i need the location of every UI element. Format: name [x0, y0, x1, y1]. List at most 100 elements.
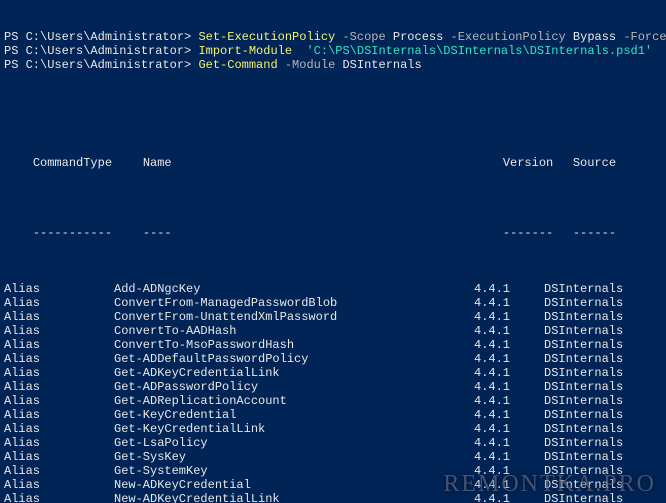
cell-version: 4.4.1 [474, 450, 544, 464]
table-row: AliasGet-ADKeyCredentialLink4.4.1DSInter… [4, 366, 662, 380]
cell-source: DSInternals [544, 366, 623, 380]
table-row: AliasGet-KeyCredentialLink4.4.1DSInterna… [4, 422, 662, 436]
cell-name: New-ADKeyCredentialLink [114, 492, 474, 503]
cell-name: Add-ADNgcKey [114, 282, 474, 296]
cell-name: Get-ADReplicationAccount [114, 394, 474, 408]
cell-source: DSInternals [544, 478, 623, 492]
table-row: AliasGet-ADPasswordPolicy4.4.1DSInternal… [4, 380, 662, 394]
cell-commandtype: Alias [4, 408, 114, 422]
cell-version: 4.4.1 [474, 380, 544, 394]
cell-version: 4.4.1 [474, 324, 544, 338]
powershell-console[interactable]: PS C:\Users\Administrator> Set-Execution… [0, 0, 666, 503]
cell-name: Get-KeyCredentialLink [114, 422, 474, 436]
cmd-token: -Force [623, 30, 666, 44]
cell-commandtype: Alias [4, 450, 114, 464]
underline: ------- [503, 226, 573, 240]
cell-source: DSInternals [544, 380, 623, 394]
table-underline: ---------------------------- [4, 212, 662, 254]
cell-commandtype: Alias [4, 366, 114, 380]
table-row: AliasNew-ADKeyCredentialLink4.4.1DSInter… [4, 492, 662, 503]
cell-version: 4.4.1 [474, 464, 544, 478]
cell-source: DSInternals [544, 464, 623, 478]
table-row: AliasGet-ADReplicationAccount4.4.1DSInte… [4, 394, 662, 408]
underline: ---- [143, 226, 503, 240]
cmd-token: -ExecutionPolicy [451, 30, 566, 44]
cell-source: DSInternals [544, 394, 623, 408]
cell-commandtype: Alias [4, 296, 114, 310]
cmd-token: -Scope [342, 30, 385, 44]
table-row: AliasConvertFrom-UnattendXmlPassword4.4.… [4, 310, 662, 324]
cell-name: ConvertFrom-UnattendXmlPassword [114, 310, 474, 324]
ps-prompt: PS C:\Users\Administrator> [4, 30, 198, 44]
cell-version: 4.4.1 [474, 478, 544, 492]
table-header: CommandTypeNameVersionSource [4, 142, 662, 184]
cell-version: 4.4.1 [474, 492, 544, 503]
cell-commandtype: Alias [4, 436, 114, 450]
table-row: AliasNew-ADKeyCredential4.4.1DSInternals [4, 478, 662, 492]
table-row: AliasGet-KeyCredential4.4.1DSInternals [4, 408, 662, 422]
cell-version: 4.4.1 [474, 408, 544, 422]
cmd-token: DSInternals [335, 58, 421, 72]
cell-version: 4.4.1 [474, 310, 544, 324]
cmd-token [292, 44, 306, 58]
underline: ----------- [33, 226, 143, 240]
table-body: AliasAdd-ADNgcKey4.4.1DSInternalsAliasCo… [4, 282, 662, 503]
cell-source: DSInternals [544, 450, 623, 464]
blank-line [4, 100, 662, 114]
cell-version: 4.4.1 [474, 422, 544, 436]
cell-source: DSInternals [544, 296, 623, 310]
cell-commandtype: Alias [4, 422, 114, 436]
cell-version: 4.4.1 [474, 338, 544, 352]
table-row: AliasConvertFrom-ManagedPasswordBlob4.4.… [4, 296, 662, 310]
cell-source: DSInternals [544, 492, 623, 503]
cell-commandtype: Alias [4, 492, 114, 503]
table-row: AliasGet-LsaPolicy4.4.1DSInternals [4, 436, 662, 450]
ps-prompt: PS C:\Users\Administrator> [4, 44, 198, 58]
cell-version: 4.4.1 [474, 436, 544, 450]
table-row: AliasGet-ADDefaultPasswordPolicy4.4.1DSI… [4, 352, 662, 366]
cell-source: DSInternals [544, 324, 623, 338]
cell-version: 4.4.1 [474, 296, 544, 310]
prompt-lines: PS C:\Users\Administrator> Set-Execution… [4, 30, 662, 72]
cell-source: DSInternals [544, 436, 623, 450]
cell-source: DSInternals [544, 310, 623, 324]
cell-commandtype: Alias [4, 282, 114, 296]
cell-commandtype: Alias [4, 338, 114, 352]
prompt-line: PS C:\Users\Administrator> Import-Module… [4, 44, 662, 58]
prompt-line: PS C:\Users\Administrator> Get-Command -… [4, 58, 662, 72]
cell-version: 4.4.1 [474, 282, 544, 296]
cmd-token: Set-ExecutionPolicy [198, 30, 335, 44]
cmd-token [278, 58, 285, 72]
cmd-token: 'C:\PS\DSInternals\DSInternals\DSInterna… [306, 44, 652, 58]
cell-commandtype: Alias [4, 324, 114, 338]
header-version: Version [503, 156, 573, 170]
cell-name: Get-KeyCredential [114, 408, 474, 422]
cell-source: DSInternals [544, 338, 623, 352]
cell-commandtype: Alias [4, 352, 114, 366]
cmd-token: Bypass [566, 30, 624, 44]
table-row: AliasAdd-ADNgcKey4.4.1DSInternals [4, 282, 662, 296]
cell-source: DSInternals [544, 352, 623, 366]
underline: ------ [573, 226, 616, 240]
cell-name: Get-ADDefaultPasswordPolicy [114, 352, 474, 366]
cell-name: Get-SysKey [114, 450, 474, 464]
cmd-token: Get-Command [198, 58, 277, 72]
table-row: AliasConvertTo-AADHash4.4.1DSInternals [4, 324, 662, 338]
cell-name: New-ADKeyCredential [114, 478, 474, 492]
cell-version: 4.4.1 [474, 352, 544, 366]
table-row: AliasGet-SysKey4.4.1DSInternals [4, 450, 662, 464]
cell-commandtype: Alias [4, 464, 114, 478]
header-commandtype: CommandType [33, 156, 143, 170]
cell-name: Get-ADPasswordPolicy [114, 380, 474, 394]
cell-commandtype: Alias [4, 478, 114, 492]
cell-commandtype: Alias [4, 394, 114, 408]
cmd-token: Process [386, 30, 451, 44]
cell-commandtype: Alias [4, 310, 114, 324]
cell-commandtype: Alias [4, 380, 114, 394]
table-row: AliasGet-SystemKey4.4.1DSInternals [4, 464, 662, 478]
cell-name: Get-LsaPolicy [114, 436, 474, 450]
cmd-token: Import-Module [198, 44, 292, 58]
prompt-line: PS C:\Users\Administrator> Set-Execution… [4, 30, 662, 44]
table-row: AliasConvertTo-MsoPasswordHash4.4.1DSInt… [4, 338, 662, 352]
ps-prompt: PS C:\Users\Administrator> [4, 58, 198, 72]
